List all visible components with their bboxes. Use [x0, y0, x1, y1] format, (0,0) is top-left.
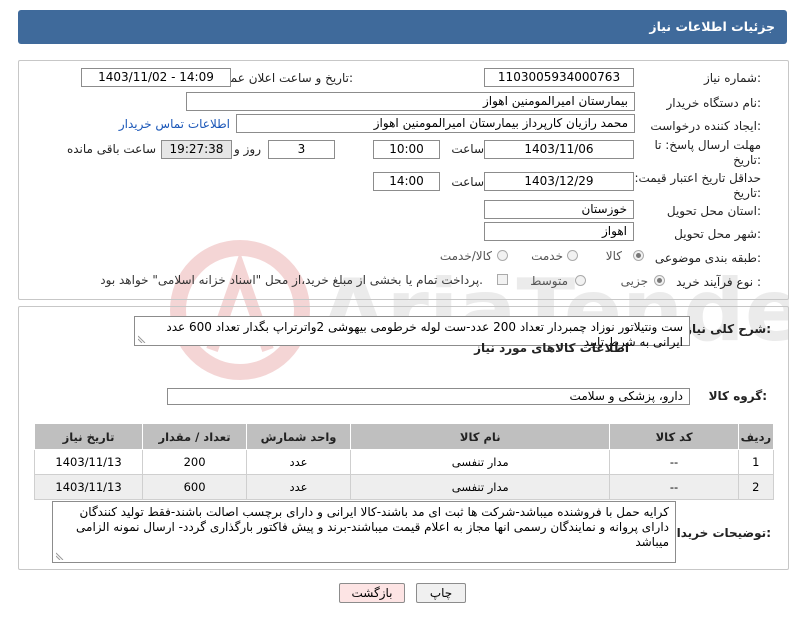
province-field: خوزستان	[484, 200, 634, 219]
col-code: کد کالا	[609, 423, 739, 450]
province-label: استان محل تحویل:	[666, 204, 761, 218]
cell-date: 1403/11/13	[33, 474, 144, 500]
category-option-goods-service: کالا/خدمت	[439, 249, 492, 263]
back-button[interactable]: بازگشت	[339, 583, 405, 603]
need-number-label: شماره نیاز:	[703, 71, 761, 85]
cell-row: 1	[737, 449, 775, 475]
cell-code: --	[609, 449, 739, 475]
cell-unit: عدد	[246, 449, 352, 475]
purchase-radio-medium[interactable]	[575, 275, 586, 286]
cell-code: --	[609, 474, 739, 500]
buyer-org-label: نام دستگاه خریدار:	[666, 96, 762, 110]
category-radio-service[interactable]	[567, 250, 578, 261]
resize-grip-icon[interactable]	[56, 552, 64, 560]
table-row: 2 -- مدار تنفسی عدد 600 1403/11/13	[33, 474, 775, 500]
purchase-type-label: نوع فرآیند خرید :	[676, 275, 761, 289]
cell-name: مدار تنفسی	[350, 474, 611, 500]
buyer-contact-link[interactable]: اطلاعات تماس خریدار	[119, 117, 230, 131]
goods-info-title: اطلاعات کالاهای مورد نیاز	[474, 341, 629, 355]
city-label: شهر محل تحویل:	[674, 227, 761, 241]
deadline-time-field: 10:00	[373, 140, 440, 159]
deadline-label: مهلت ارسال پاسخ: تا	[654, 138, 761, 152]
description-label: شرح کلی نیاز:	[685, 322, 771, 336]
col-unit: واحد شمارش	[246, 423, 352, 450]
goods-group-label: گروه کالا:	[708, 389, 767, 403]
days-label: روز و	[234, 142, 261, 156]
cell-unit: عدد	[246, 474, 352, 500]
deadline-label-date: تاریخ:	[733, 153, 761, 167]
validity-label: حداقل تاریخ اعتبار قیمت: تا	[623, 171, 761, 185]
remaining-time-label: ساعت باقی مانده	[66, 142, 156, 156]
cell-row: 2	[737, 474, 775, 500]
print-button[interactable]: چاپ	[416, 583, 466, 603]
validity-time-field: 14:00	[373, 172, 440, 191]
col-name: نام کالا	[350, 423, 611, 450]
purchase-option-minor: جزیی	[620, 274, 648, 288]
deadline-date-field: 1403/11/06	[484, 140, 634, 159]
page-title: جزئیات اطلاعات نیاز	[649, 19, 775, 34]
creator-label: ایجاد کننده درخواست:	[650, 119, 761, 133]
category-option-goods: کالا	[605, 249, 622, 263]
category-radio-goods-service[interactable]	[497, 250, 508, 261]
buyer-notes-text: کرایه حمل با فروشنده میباشد-شرکت ها ثبت …	[76, 505, 669, 549]
validity-label-date: تاریخ:	[733, 186, 761, 200]
cell-qty: 600	[142, 474, 248, 500]
validity-time-label: ساعت	[451, 175, 484, 189]
city-field: اهواز	[484, 222, 634, 241]
treasury-payment-checkbox[interactable]	[497, 274, 508, 285]
col-row: ردیف	[737, 423, 775, 450]
category-option-service: خدمت	[531, 249, 563, 263]
cell-name: مدار تنفسی	[350, 449, 611, 475]
cell-date: 1403/11/13	[33, 449, 144, 475]
col-qty: تعداد / مقدار	[142, 423, 248, 450]
validity-date-field: 1403/12/29	[484, 172, 634, 191]
col-date: تاریخ نیاز	[33, 423, 144, 450]
category-label: طبقه بندی موضوعی:	[654, 251, 761, 265]
announce-date-field: 1403/11/02 - 14:09	[81, 68, 231, 87]
creator-field: محمد رازیان کارپرداز بیمارستان امیرالموم…	[236, 114, 635, 133]
goods-table: ردیف کد کالا نام کالا واحد شمارش تعداد /…	[33, 423, 775, 500]
buyer-notes-textarea: کرایه حمل با فروشنده میباشد-شرکت ها ثبت …	[52, 501, 676, 563]
table-header-row: ردیف کد کالا نام کالا واحد شمارش تعداد /…	[33, 423, 775, 450]
days-remaining-field: 3	[268, 140, 335, 159]
cell-qty: 200	[142, 449, 248, 475]
deadline-time-label: ساعت	[451, 142, 484, 156]
goods-group-field: دارو، پزشکی و سلامت	[167, 388, 690, 405]
category-radio-goods[interactable]	[633, 250, 644, 261]
buyer-org-field: بیمارستان امیرالمومنین اهواز	[186, 92, 635, 111]
table-row: 1 -- مدار تنفسی عدد 200 1403/11/13	[33, 449, 775, 475]
treasury-payment-note: پرداخت تمام یا بخشی از مبلغ خرید،از محل …	[100, 273, 483, 287]
need-number-field: 1103005934000763	[484, 68, 634, 87]
page-header: جزئیات اطلاعات نیاز	[18, 10, 787, 44]
resize-grip-icon[interactable]	[138, 335, 146, 343]
purchase-radio-minor[interactable]	[654, 275, 665, 286]
purchase-option-medium: متوسط	[530, 274, 568, 288]
buyer-notes-label: توضیحات خریدار:	[669, 526, 771, 540]
remaining-time-field: 19:27:38	[161, 140, 232, 159]
